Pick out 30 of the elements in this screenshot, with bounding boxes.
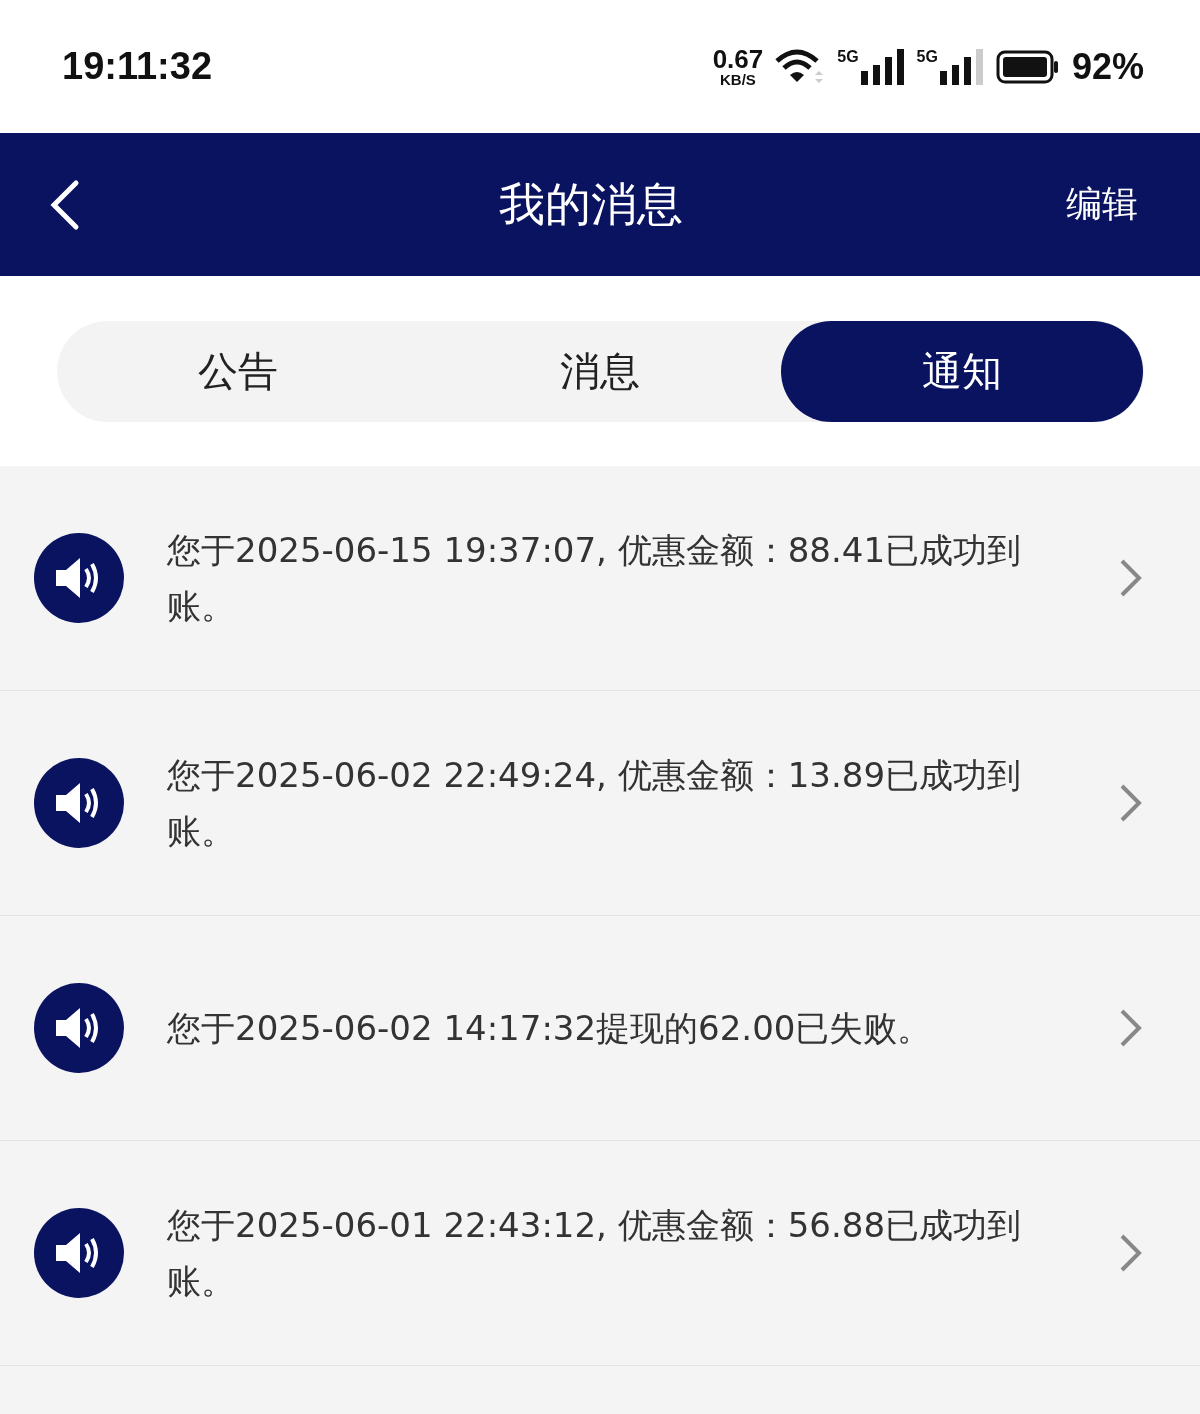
tab[interactable]: 通知 (781, 320, 1144, 422)
chevron-right-icon (1118, 558, 1144, 598)
signal-icon (939, 48, 984, 85)
notification-item[interactable]: 您于2025-06-02 14:17:32提现的62.00已失败。 (0, 916, 1200, 1141)
network-speed: 0.67 (712, 46, 764, 72)
notification-text: 您于2025-06-02 14:17:32提现的62.00已失败。 (167, 1007, 933, 1050)
notification-text: 您于2025-06-15 19:37:07, 优惠金额：88.41已成功到账。 (167, 529, 1023, 628)
notification-item[interactable]: 您于2025-06-02 22:49:24, 优惠金额：13.89已成功到账。 (0, 691, 1200, 916)
speaker-icon (34, 983, 124, 1073)
edit-button[interactable]: 编辑 (1066, 180, 1138, 229)
notification-text: 您于2025-06-01 22:43:12, 优惠金额：56.88已成功到账。 (167, 1204, 1023, 1303)
battery-icon (995, 49, 1060, 84)
battery-percent: 92% (1071, 45, 1144, 88)
notification-text: 您于2025-06-02 22:49:24, 优惠金额：13.89已成功到账。 (167, 754, 1023, 853)
clock-time: 19:11:32 (62, 45, 212, 88)
notification-item[interactable]: 您于2025-06-15 19:37:07, 优惠金额：88.41已成功到账。 (0, 466, 1200, 691)
chevron-right-icon (1118, 1008, 1144, 1048)
speed-unit: KB/S (720, 72, 756, 87)
signal-icon (860, 48, 905, 85)
notification-item[interactable]: 您于2025-06-01 22:43:12, 优惠金额：56.88已成功到账。 (0, 1141, 1200, 1366)
tab[interactable]: 消息 (418, 320, 782, 422)
speaker-icon (34, 758, 124, 848)
chevron-right-icon (1118, 1233, 1144, 1273)
speaker-icon (34, 533, 124, 623)
tab[interactable]: 公告 (56, 320, 419, 422)
speaker-icon (34, 1208, 124, 1298)
chevron-right-icon (1118, 783, 1144, 823)
network-type: 5G (837, 48, 859, 65)
page-title: 我的消息 (499, 175, 683, 233)
network-type: 5G (916, 48, 938, 65)
